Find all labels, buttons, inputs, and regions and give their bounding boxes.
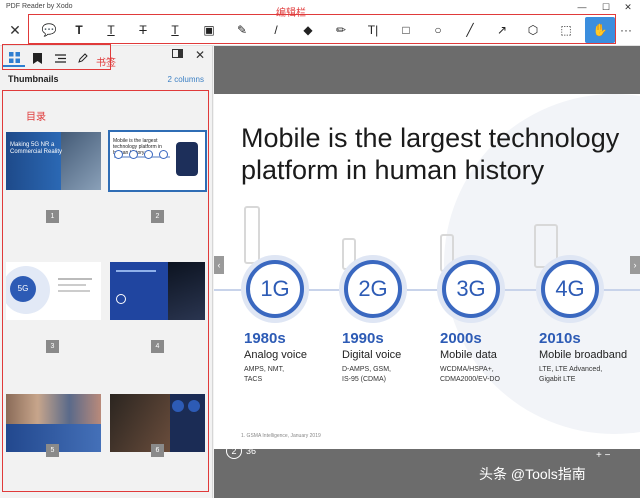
generation-detail: AMPS, NMT, <box>244 366 285 373</box>
comment-icon[interactable]: 💬 <box>38 19 60 41</box>
maximize-button[interactable]: ☐ <box>596 1 616 13</box>
generation-detail: Gigabit LTE <box>539 376 576 383</box>
thumbnail-page-3[interactable]: 5G <box>6 262 101 320</box>
generation-name: Digital voice <box>342 349 402 361</box>
phone-1g-icon <box>244 206 260 264</box>
page-number-2: 2 <box>151 210 164 223</box>
close-document-button[interactable]: ✕ <box>6 21 24 39</box>
window-title: PDF Reader by Xodo <box>6 3 73 10</box>
page-count: 36 <box>246 446 257 456</box>
current-page-circle[interactable]: 2 <box>226 443 242 459</box>
thumbnails-tab[interactable] <box>3 49 25 67</box>
image-icon[interactable]: ▣ <box>198 19 220 41</box>
polygon-icon[interactable]: ⬡ <box>522 19 544 41</box>
next-page-button[interactable]: › <box>630 256 640 274</box>
underline-icon[interactable]: T <box>100 19 122 41</box>
thumb-1-title: Making 5G NR a Commercial Reality <box>10 142 63 155</box>
toc-annotation-label: 目录 <box>26 112 46 123</box>
page-number-1: 1 <box>46 210 59 223</box>
bookmarks-tab[interactable] <box>26 49 48 67</box>
prev-page-button[interactable]: ‹ <box>214 256 224 274</box>
bookmark-icon <box>32 52 42 64</box>
page-indicator: 2 36 <box>226 443 256 459</box>
generation-year: 1980s <box>244 330 286 347</box>
generation-circle-2g: 2G <box>344 260 402 318</box>
generation-year: 2010s <box>539 330 581 347</box>
generation-detail: D-AMPS, GSM, <box>342 366 392 373</box>
generation-detail: WCDMA/HSPA+, <box>440 366 494 373</box>
footnote: 1. GSMA Intelligence, January 2019 <box>241 433 321 439</box>
edit-icon[interactable]: ✎ <box>231 19 253 41</box>
thumbnail-page-1[interactable]: Making 5G NR a Commercial Reality <box>6 132 101 190</box>
generation-year: 2000s <box>440 330 482 347</box>
rectangle-icon[interactable]: □ <box>395 19 417 41</box>
arrow-icon[interactable]: ↗ <box>491 19 513 41</box>
pdf-page: Mobile is the largest technology platfor… <box>214 94 640 449</box>
slide-title-line-2: platform in human history <box>241 155 545 185</box>
more-options-button[interactable]: ··· <box>620 23 632 37</box>
dock-panel-icon[interactable] <box>172 49 183 61</box>
app-window: PDF Reader by Xodo — ☐ ✕ ✕ 💬 T T T T ▣ ✎ / ◆ ✏ T| □… <box>0 0 640 498</box>
pen-icon[interactable]: / <box>265 19 287 41</box>
generation-detail: TACS <box>244 376 263 383</box>
highlighter-icon[interactable]: ✏ <box>330 19 352 41</box>
squiggly-icon[interactable]: T <box>164 19 186 41</box>
close-sidebar-icon[interactable]: ✕ <box>195 48 205 62</box>
generation-circle-3g: 3G <box>442 260 500 318</box>
slide-title-line-1: Mobile is the largest technology <box>241 123 620 153</box>
phone-4g-icon <box>534 224 558 268</box>
toolbar-annotation-label: 编辑栏 <box>276 8 306 19</box>
annotations-tab[interactable] <box>72 49 94 67</box>
thumb-3-5g-circle: 5G <box>10 276 36 302</box>
outline-tab[interactable] <box>49 49 71 67</box>
generation-name: Mobile broadband <box>539 349 628 361</box>
pan-hand-icon[interactable]: ✋ <box>585 17 615 43</box>
page-number-4: 4 <box>151 340 164 353</box>
thumbnail-page-2[interactable]: Mobile is the largest technology platfor… <box>108 130 207 192</box>
zoom-controls[interactable]: + − <box>596 450 610 461</box>
generation-detail: CDMA2000/EV-DO <box>440 376 500 383</box>
page-number-3: 3 <box>46 340 59 353</box>
strikethrough-icon[interactable]: T <box>132 19 154 41</box>
generation-circle-4g: 4G <box>541 260 599 318</box>
generation-detail: IS-95 (CDMA) <box>342 376 386 383</box>
selection-icon[interactable]: ⬚ <box>555 19 577 41</box>
ellipse-icon[interactable]: ○ <box>427 19 449 41</box>
annotation-toolbar: ✕ 💬 T T T T ▣ ✎ / ◆ ✏ T| □ ○ ╱ ↗ ⬡ ⬚ ✋ ··· <box>0 14 640 46</box>
document-view[interactable]: Mobile is the largest technology platfor… <box>214 46 640 498</box>
columns-toggle[interactable]: 2 columns <box>168 75 204 84</box>
line-icon[interactable]: ╱ <box>459 19 481 41</box>
free-text-icon[interactable]: T| <box>362 19 384 41</box>
page-number-6: 6 <box>151 444 164 457</box>
sidebar: ✕ Thumbnails 2 columns Making 5G NR a Co… <box>0 46 213 498</box>
watermark: 头条 @Tools指南 <box>479 466 586 482</box>
slide-title: Mobile is the largest technology platfor… <box>241 122 619 186</box>
list-icon <box>54 53 66 63</box>
generation-circle-1g: 1G <box>246 260 304 318</box>
minimize-button[interactable]: — <box>572 1 592 13</box>
thumbnails-heading: Thumbnails <box>8 74 59 84</box>
pencil-icon <box>78 53 88 63</box>
text-box-icon[interactable]: T <box>68 19 90 41</box>
grid-icon <box>8 51 20 63</box>
phone-2g-icon <box>342 238 356 270</box>
page-number-5: 5 <box>46 444 59 457</box>
title-bar: PDF Reader by Xodo — ☐ ✕ <box>0 0 640 14</box>
thumbnail-page-4[interactable] <box>110 262 205 320</box>
window-close-button[interactable]: ✕ <box>618 1 638 13</box>
eraser-icon[interactable]: ◆ <box>297 19 319 41</box>
bookmark-annotation-label: 书签 <box>96 58 116 69</box>
generation-detail: LTE, LTE Advanced, <box>539 366 603 373</box>
generation-name: Mobile data <box>440 349 497 361</box>
generation-name: Analog voice <box>244 349 307 361</box>
generation-year: 1990s <box>342 330 384 347</box>
